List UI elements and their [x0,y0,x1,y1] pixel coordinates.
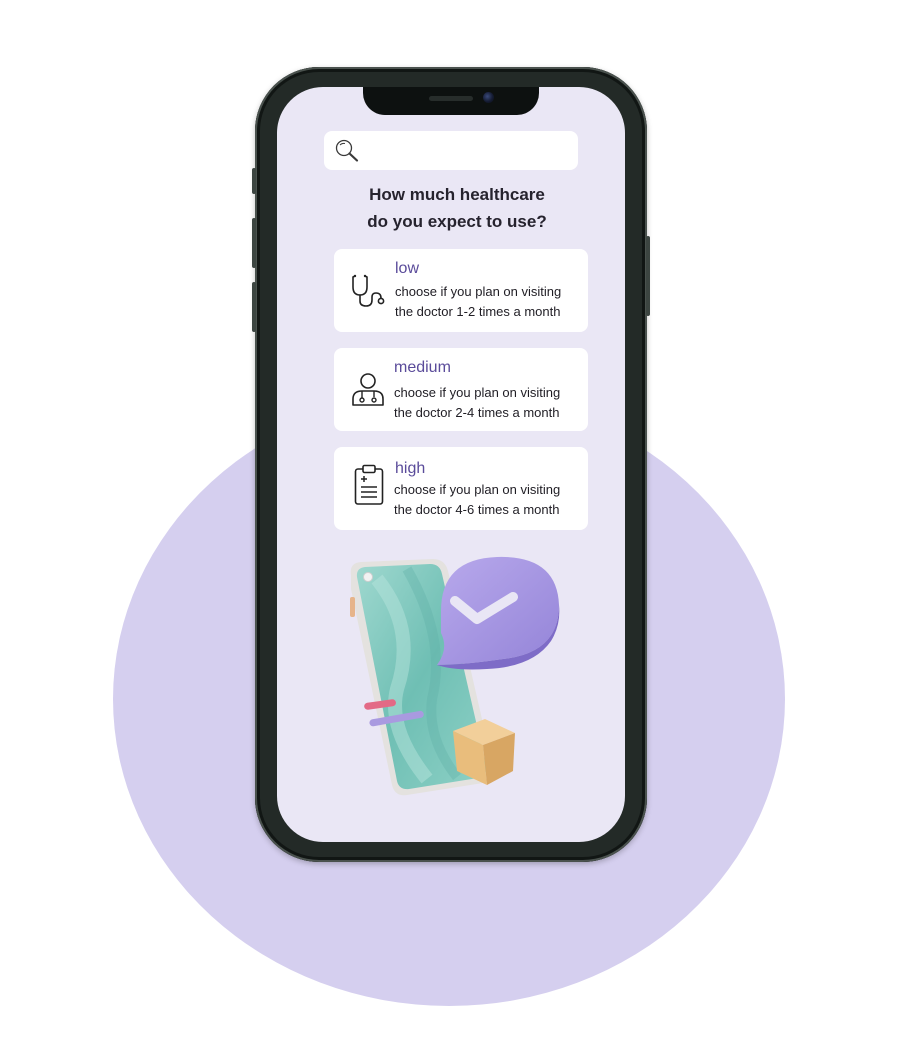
question-heading: How much healthcare do you expect to use… [277,181,625,235]
question-line-2: do you expect to use? [367,212,547,231]
option-title: low [395,260,420,277]
search-icon [334,139,360,167]
option-desc-line-1: choose if you plan on visiting [394,482,561,497]
phone-power-button [646,236,650,316]
phone-checkmark-illustration [337,549,587,813]
option-title: medium [394,359,451,376]
speaker-grille [429,96,473,101]
clipboard-icon [354,464,384,510]
option-desc-line-2: the doctor 2-4 times a month [394,405,560,420]
option-low[interactable]: low choose if you plan on visiting the d… [334,249,588,332]
option-desc-line-2: the doctor 1-2 times a month [395,304,561,319]
phone-mute-switch [252,168,256,194]
option-desc-line-1: choose if you plan on visiting [394,385,561,400]
front-camera [483,92,494,103]
stethoscope-icon [350,273,386,313]
phone-notch [363,87,539,115]
option-description: choose if you plan on visiting the docto… [394,383,560,423]
option-description: choose if you plan on visiting the docto… [394,480,560,520]
search-input[interactable] [324,131,578,170]
option-high[interactable]: high choose if you plan on visiting the … [334,447,588,530]
option-title: high [395,460,426,477]
option-description: choose if you plan on visiting the docto… [395,282,561,322]
doctor-icon [350,372,386,412]
option-desc-line-2: the doctor 4-6 times a month [394,502,560,517]
phone-volume-down [252,282,256,332]
phone-screen: How much healthcare do you expect to use… [277,87,625,842]
question-line-1: How much healthcare [369,185,545,204]
option-desc-line-1: choose if you plan on visiting [395,284,562,299]
phone-volume-up [252,218,256,268]
option-medium[interactable]: medium choose if you plan on visiting th… [334,348,588,431]
